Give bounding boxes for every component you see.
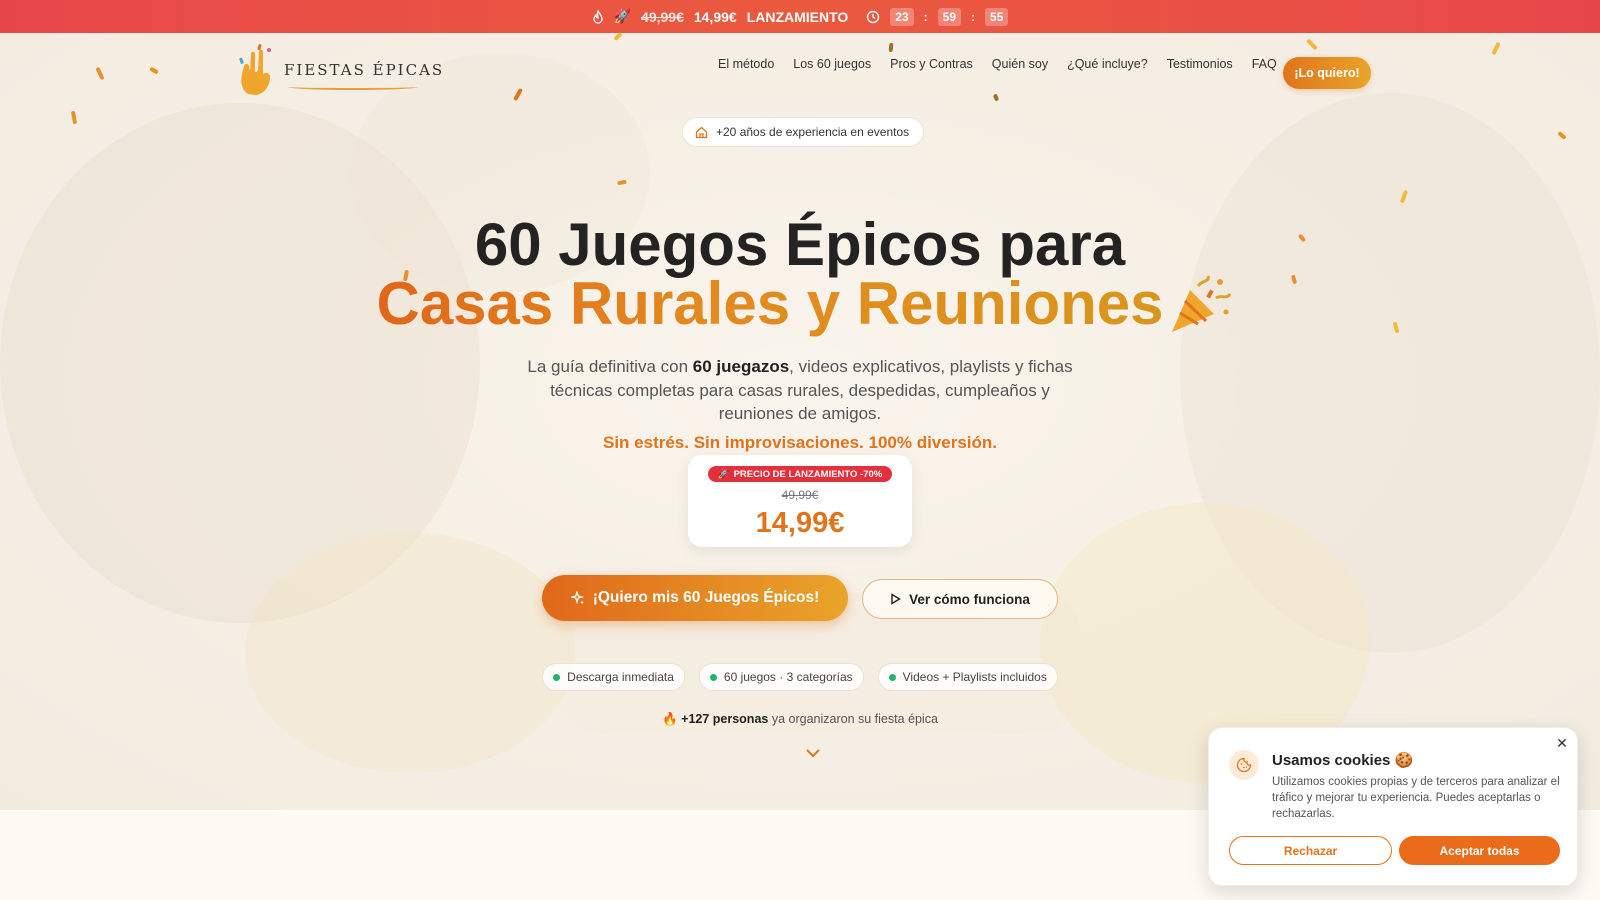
sparkles-icon (570, 591, 585, 605)
header-cta-button[interactable]: ¡Lo quiero! (1283, 57, 1371, 89)
buy-now-button[interactable]: ¡Quiero mis 60 Juegos Épicos! (542, 575, 848, 621)
check-dot-icon (553, 673, 561, 681)
price-old: 49,99€ (781, 488, 819, 502)
price-new: 14,99€ (755, 507, 845, 539)
hero-title-line2: Casas Rurales y Reuniones (376, 270, 1164, 337)
fire-icon: 🔥 (662, 712, 678, 726)
cookie-title: Usamos cookies 🍪 (1272, 752, 1414, 769)
promo-bar: 🚀 49,99€ 14,99€ LANZAMIENTO 23 : 59 : 55 (0, 0, 1600, 33)
chevron-down-icon[interactable] (805, 748, 821, 758)
promo-label: LANZAMIENTO (746, 8, 849, 25)
social-proof: 🔥 +127 personas ya organizaron su fiesta… (662, 712, 938, 726)
flame-icon (592, 9, 603, 24)
cookie-banner: Usamos cookies 🍪 Utilizamos cookies prop… (1208, 727, 1578, 886)
feature-chips: Descarga inmediata 60 juegos · 3 categor… (0, 663, 1600, 691)
logo-text: FIESTAS ÉPICAS (284, 61, 445, 79)
rocket-icon: 🚀 (613, 8, 632, 24)
party-popper-icon (1172, 275, 1232, 332)
rocket-icon: 🚀 (717, 468, 730, 480)
check-dot-icon (888, 673, 896, 681)
timer-seconds: 55 (985, 7, 1009, 26)
nav-link-juegos[interactable]: Los 60 juegos (793, 57, 871, 71)
close-icon[interactable]: ✕ (1555, 736, 1569, 750)
experience-text: +20 años de experiencia en eventos (716, 125, 910, 139)
subtitle-highlight: 60 juegazos (692, 357, 790, 376)
home-icon (695, 126, 708, 138)
promo-new-price: 14,99€ (693, 8, 737, 25)
play-icon (891, 593, 901, 605)
feature-chip: 60 juegos · 3 categorías (698, 663, 864, 691)
experience-badge: +20 años de experiencia en eventos (682, 117, 925, 147)
nav-link-testimonios[interactable]: Testimonios (1167, 57, 1233, 71)
hero-subtitle: La guía definitiva con 60 juegazos, vide… (527, 357, 1073, 423)
cookie-icon (1229, 750, 1259, 780)
confetti-piece (888, 42, 894, 53)
nav-link-metodo[interactable]: El método (718, 57, 774, 71)
price-card: 🚀 PRECIO DE LANZAMIENTO -70% 49,99€ 14,9… (688, 455, 912, 547)
hero-tagline: Sin estrés. Sin improvisaciones. 100% di… (603, 433, 997, 452)
timer-hours: 23 (890, 7, 914, 26)
nav-link-que-incluye[interactable]: ¿Qué incluye? (1067, 57, 1148, 71)
cookie-text: Utilizamos cookies propias y de terceros… (1272, 776, 1560, 820)
how-it-works-button[interactable]: Ver cómo funciona (862, 579, 1058, 619)
nav-link-pros-contras[interactable]: Pros y Contras (890, 57, 973, 71)
check-dot-icon (709, 673, 717, 681)
timer-minutes: 59 (937, 7, 962, 26)
feature-chip: Videos + Playlists incluidos (877, 663, 1058, 691)
nav-link-faq[interactable]: FAQ (1252, 57, 1277, 71)
main-nav: El método Los 60 juegos Pros y Contras Q… (718, 57, 1277, 71)
reject-cookies-button[interactable]: Rechazar (1229, 836, 1392, 865)
launch-price-badge: 🚀 PRECIO DE LANZAMIENTO -70% (708, 466, 892, 482)
hero-title-line1: 60 Juegos Épicos para (474, 211, 1126, 278)
rock-hand-icon (239, 44, 271, 95)
accept-cookies-button[interactable]: Aceptar todas (1399, 836, 1560, 865)
nav-link-quien-soy[interactable]: Quién soy (992, 57, 1048, 71)
feature-chip: Descarga inmediata (542, 663, 685, 691)
promo-old-price: 49,99€ (641, 8, 684, 25)
clock-icon (867, 10, 880, 23)
logo[interactable]: FIESTAS ÉPICAS (236, 44, 444, 96)
